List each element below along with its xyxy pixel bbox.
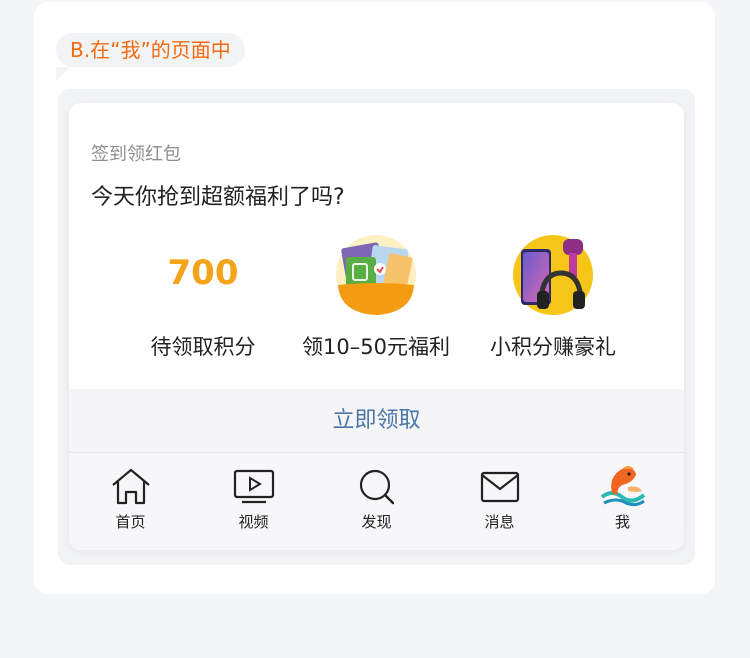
- mail-icon: [478, 467, 522, 507]
- search-icon: [355, 467, 399, 507]
- tab-discover[interactable]: 发现: [315, 453, 438, 550]
- gift-products-illustration: [511, 233, 595, 317]
- signin-card: 签到领红包 今天你抢到超额福利了吗? 700 待领取积分 领10–50元福利 小…: [69, 103, 684, 550]
- coupon-illustration: [334, 233, 418, 317]
- tab-me[interactable]: 我: [561, 453, 684, 550]
- feature-points-label: 待领取积分: [150, 335, 256, 359]
- tab-messages-label: 消息: [484, 513, 515, 531]
- tab-home-label: 首页: [115, 513, 146, 531]
- section-tag: B.在“我”的页面中: [56, 33, 245, 81]
- feature-coupon-label: 领10–50元福利: [302, 335, 450, 359]
- bottom-tabbar: 首页 视频 发现 消息 我: [69, 453, 684, 550]
- video-icon: [232, 467, 276, 507]
- claim-bar: 立即领取: [69, 389, 684, 453]
- feature-gifts[interactable]: 小积分赚豪礼: [463, 233, 643, 363]
- tab-me-label: 我: [614, 513, 630, 531]
- tab-video-label: 视频: [238, 513, 269, 531]
- card-headline: 今天你抢到超额福利了吗?: [91, 185, 345, 210]
- tab-discover-label: 发现: [361, 513, 392, 531]
- feature-gifts-label: 小积分赚豪礼: [490, 335, 616, 359]
- card-subtitle: 签到领红包: [91, 144, 181, 165]
- feature-points[interactable]: 700 待领取积分: [113, 233, 293, 363]
- feature-coupon[interactable]: 领10–50元福利: [286, 233, 466, 363]
- tab-video[interactable]: 视频: [192, 453, 315, 550]
- points-value: 700: [167, 253, 239, 293]
- home-icon: [109, 467, 153, 507]
- tab-home[interactable]: 首页: [69, 453, 192, 550]
- tab-messages[interactable]: 消息: [438, 453, 561, 550]
- claim-button[interactable]: 立即领取: [69, 389, 684, 452]
- koi-avatar-icon: [600, 466, 645, 507]
